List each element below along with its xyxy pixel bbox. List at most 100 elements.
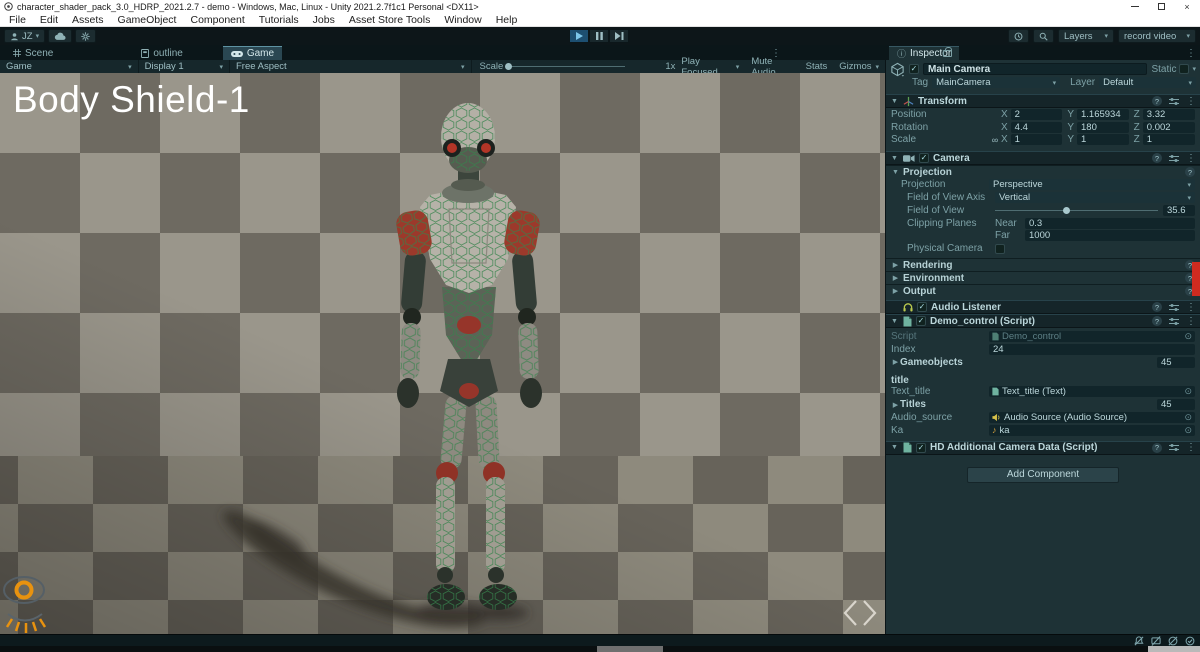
demo-control-checkbox[interactable]: ✓: [916, 316, 926, 326]
object-picker-icon[interactable]: ⊙: [1184, 412, 1192, 423]
scale-slider-knob[interactable]: [505, 63, 512, 70]
ka-object-field[interactable]: ♪ ka ⊙: [989, 425, 1195, 436]
gameobject-name-field[interactable]: Main Camera: [923, 63, 1147, 75]
fov-slider-knob[interactable]: [1063, 207, 1070, 214]
presets-icon[interactable]: [1169, 154, 1179, 163]
add-component-button[interactable]: Add Component: [967, 467, 1119, 483]
gameobjects-count-field[interactable]: 45: [1157, 357, 1195, 368]
fov-value-field[interactable]: 35.6: [1163, 205, 1195, 216]
hd-camera-data-checkbox[interactable]: ✓: [916, 443, 926, 453]
services-button[interactable]: [75, 29, 96, 43]
search-button[interactable]: [1033, 29, 1054, 43]
tag-dropdown[interactable]: MainCamera ▾: [932, 77, 1060, 88]
help-icon[interactable]: ?: [1152, 316, 1162, 326]
account-dropdown[interactable]: JZ ▾: [4, 29, 45, 43]
menu-asset-store-tools[interactable]: Asset Store Tools: [342, 14, 438, 26]
notification-muted-icon[interactable]: [1134, 636, 1144, 646]
text-title-object-field[interactable]: Text_title (Text) ⊙: [989, 386, 1195, 397]
component-menu-icon[interactable]: ⋮: [1186, 316, 1196, 327]
scale-y-field[interactable]: 1: [1077, 134, 1129, 145]
clipping-far-field[interactable]: 1000: [1025, 230, 1195, 241]
menu-help[interactable]: Help: [489, 14, 525, 26]
menu-jobs[interactable]: Jobs: [306, 14, 342, 26]
check-circle-icon[interactable]: [1185, 636, 1195, 646]
undo-history-button[interactable]: [1008, 29, 1029, 43]
foldout-icon[interactable]: ▼: [890, 444, 899, 451]
position-y-field[interactable]: 1.165934: [1077, 109, 1129, 120]
position-x-field[interactable]: 2: [1011, 109, 1063, 120]
inspector-lock-icon[interactable]: [943, 50, 952, 57]
static-checkbox[interactable]: [1179, 64, 1189, 74]
layers-dropdown[interactable]: Layers ▾: [1058, 29, 1114, 43]
alert-muted-icon[interactable]: [1168, 636, 1178, 646]
projection-section-header[interactable]: ▼ Projection ?: [886, 165, 1200, 178]
mute-audio-toggle[interactable]: Mute Audio: [745, 60, 799, 73]
audio-source-object-field[interactable]: Audio Source (Audio Source) ⊙: [989, 412, 1195, 423]
menu-component[interactable]: Component: [183, 14, 251, 26]
titles-count-field[interactable]: 45: [1157, 399, 1195, 410]
console-muted-icon[interactable]: [1151, 636, 1161, 646]
position-z-field[interactable]: 3.32: [1143, 109, 1195, 120]
inspector-menu-icon[interactable]: ⋮: [1186, 48, 1196, 59]
object-picker-icon[interactable]: ⊙: [1184, 425, 1192, 436]
presets-icon[interactable]: [1169, 303, 1179, 312]
close-button[interactable]: ×: [1174, 0, 1200, 13]
help-icon[interactable]: ?: [1152, 302, 1162, 312]
view-mode-dropdown[interactable]: Game ▾: [0, 60, 139, 73]
menu-file[interactable]: File: [2, 14, 33, 26]
tab-outline[interactable]: outline: [133, 46, 190, 60]
rendering-foldout[interactable]: ▶ Rendering ?: [886, 258, 1200, 271]
fov-axis-dropdown[interactable]: Vertical ▾: [995, 192, 1195, 203]
layer-dropdown[interactable]: Default ▾: [1099, 77, 1196, 88]
physical-camera-checkbox[interactable]: [995, 244, 1005, 254]
camera-enabled-checkbox[interactable]: ✓: [919, 153, 929, 163]
rotation-y-field[interactable]: 180: [1077, 122, 1129, 133]
presets-icon[interactable]: [1169, 97, 1179, 106]
rotation-z-field[interactable]: 0.002: [1143, 122, 1195, 133]
layout-dropdown[interactable]: record video ▾: [1118, 29, 1196, 43]
component-menu-icon[interactable]: ⋮: [1186, 153, 1196, 164]
minimize-button[interactable]: [1122, 0, 1148, 13]
scale-z-field[interactable]: 1: [1143, 134, 1195, 145]
object-picker-icon[interactable]: ⊙: [1184, 331, 1192, 342]
foldout-icon[interactable]: ▶: [891, 401, 900, 409]
menu-tutorials[interactable]: Tutorials: [252, 14, 306, 26]
projection-dropdown[interactable]: Perspective ▾: [989, 179, 1195, 190]
component-menu-icon[interactable]: ⋮: [1186, 96, 1196, 107]
scale-slider[interactable]: [507, 66, 625, 67]
play-focused-dropdown[interactable]: Play Focused ▾: [675, 60, 745, 73]
help-icon[interactable]: ?: [1152, 153, 1162, 163]
scale-link-icon[interactable]: ∞: [989, 135, 1001, 145]
rotation-x-field[interactable]: 4.4: [1011, 122, 1063, 133]
scrollbar-thumb[interactable]: [597, 646, 663, 652]
menu-assets[interactable]: Assets: [65, 14, 111, 26]
foldout-icon[interactable]: ▼: [890, 98, 899, 105]
environment-foldout[interactable]: ▶ Environment ?: [886, 271, 1200, 284]
help-icon[interactable]: ?: [1152, 96, 1162, 106]
object-picker-icon[interactable]: ⊙: [1184, 386, 1192, 397]
foldout-icon[interactable]: ▶: [891, 358, 900, 366]
component-menu-icon[interactable]: ⋮: [1186, 302, 1196, 313]
fov-slider[interactable]: [995, 205, 1158, 216]
menu-gameobject[interactable]: GameObject: [111, 14, 184, 26]
foldout-icon[interactable]: ▼: [890, 318, 899, 325]
static-dropdown-icon[interactable]: ▾: [1192, 65, 1196, 73]
play-button[interactable]: [569, 29, 589, 43]
menu-edit[interactable]: Edit: [33, 14, 65, 26]
script-object-field[interactable]: Demo_control ⊙: [989, 331, 1195, 342]
hd-camera-data-header[interactable]: ▼ ✓ HD Additional Camera Data (Script) ?…: [886, 441, 1200, 455]
component-menu-icon[interactable]: ⋮: [1186, 442, 1196, 453]
gizmos-dropdown[interactable]: Gizmos ▾: [833, 60, 885, 73]
menu-window[interactable]: Window: [437, 14, 488, 26]
tab-game[interactable]: Game: [223, 46, 282, 60]
step-button[interactable]: [609, 29, 629, 43]
audio-listener-checkbox[interactable]: ✓: [917, 302, 927, 312]
maximize-button[interactable]: [1148, 0, 1174, 13]
camera-component-header[interactable]: ▼ ✓ Camera ? ⋮: [886, 151, 1200, 165]
audio-listener-header[interactable]: ✓ Audio Listener ? ⋮: [886, 300, 1200, 314]
demo-control-header[interactable]: ▼ ✓ Demo_control (Script) ? ⋮: [886, 314, 1200, 328]
presets-icon[interactable]: [1169, 317, 1179, 326]
transform-component-header[interactable]: ▼ Transform ? ⋮: [886, 94, 1200, 108]
gameobject-active-checkbox[interactable]: ✓: [909, 64, 919, 74]
pause-button[interactable]: [589, 29, 609, 43]
